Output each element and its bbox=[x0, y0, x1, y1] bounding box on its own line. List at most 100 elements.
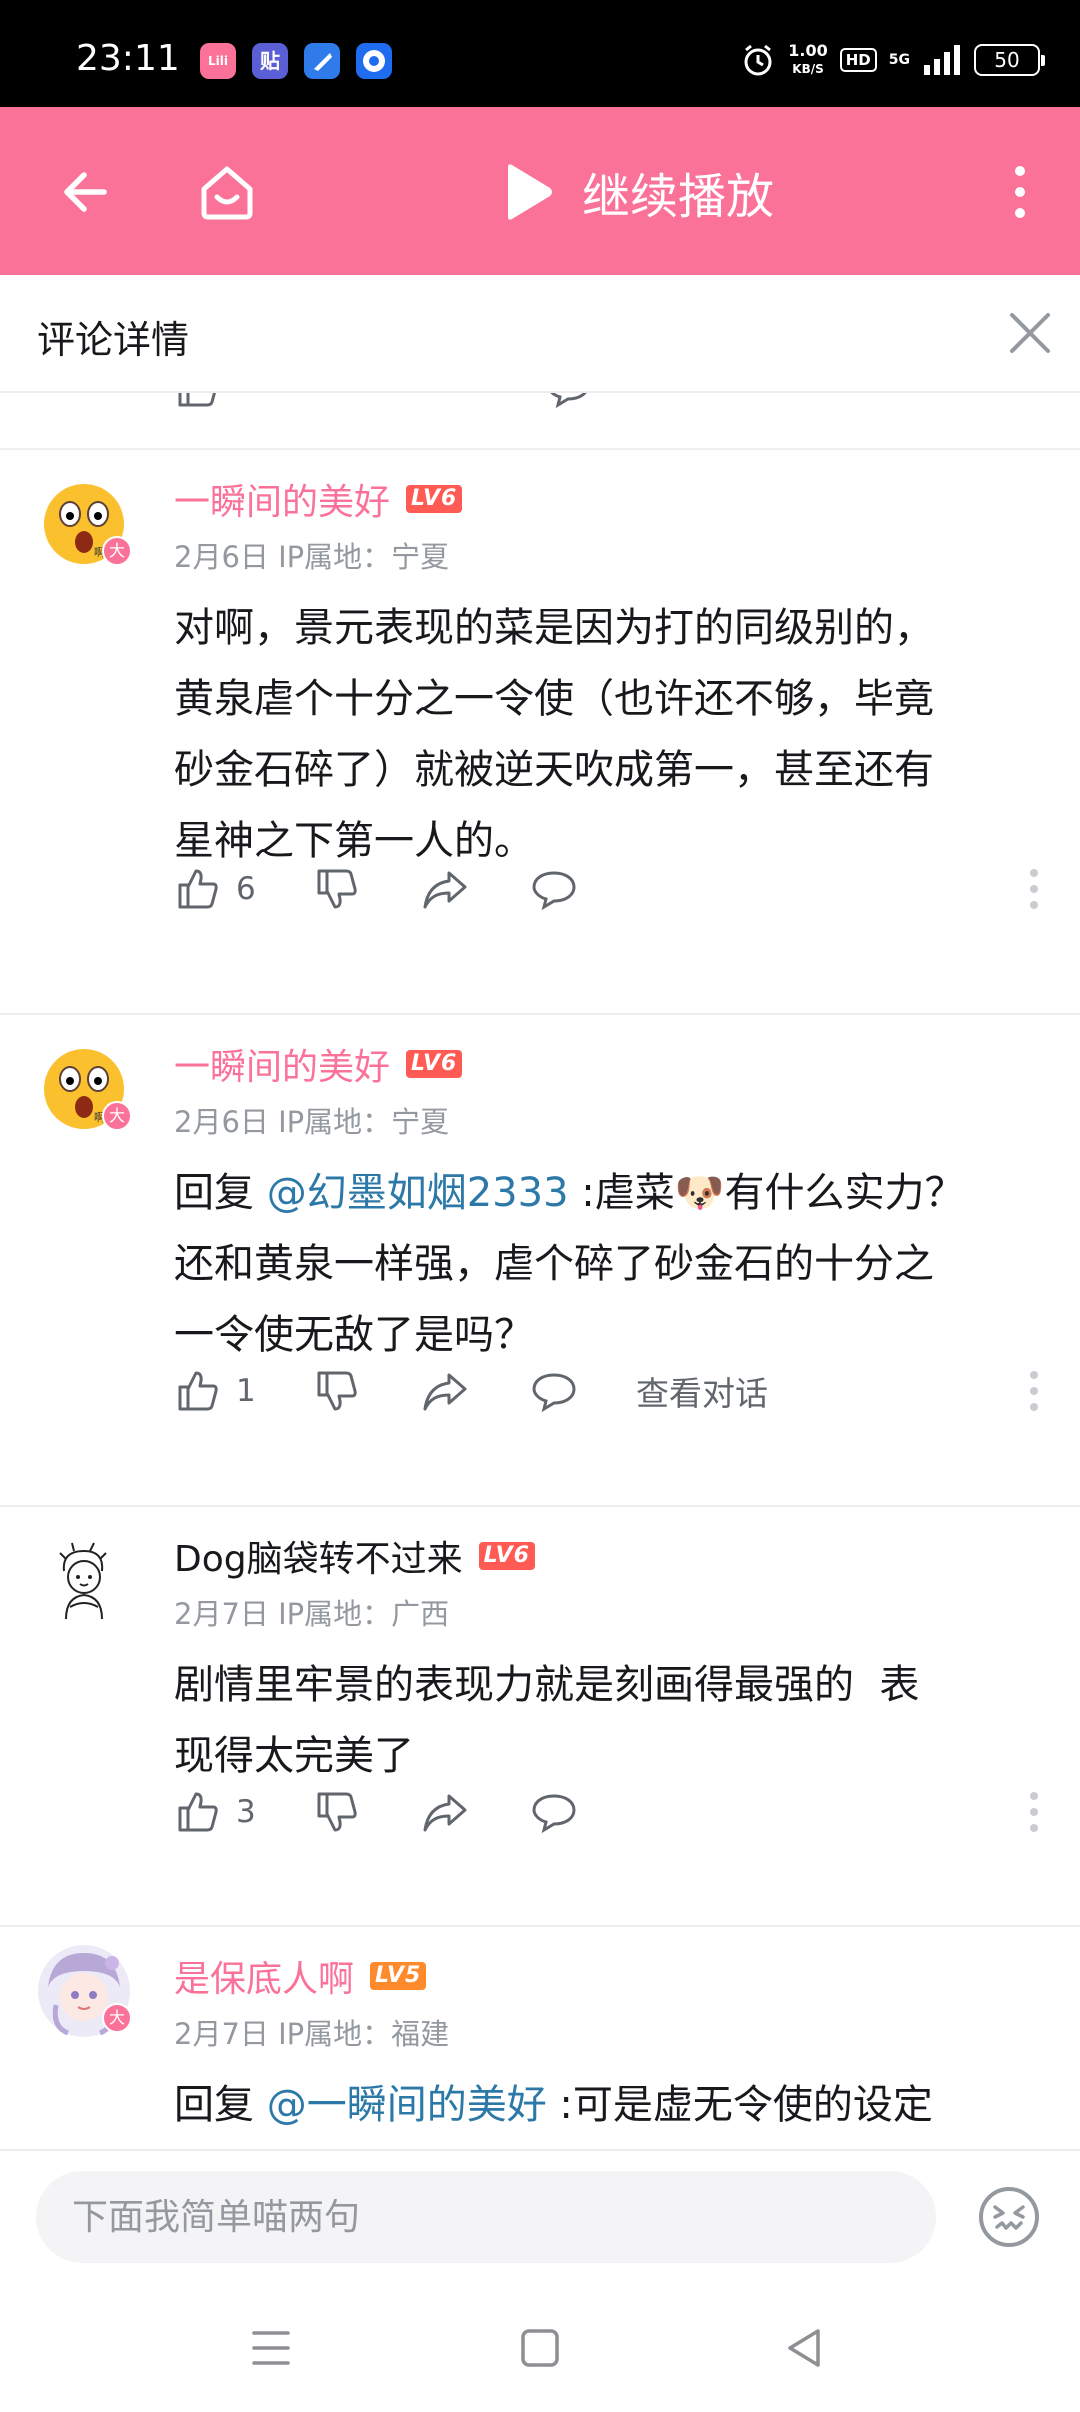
comment-text[interactable]: 对啊，景元表现的菜是因为打的同级别的， 黄泉虐个十分之一令使（也许还不够，毕竟 … bbox=[174, 593, 1044, 877]
bilibili-app-icon: Lili bbox=[200, 43, 236, 79]
more-vertical-icon[interactable] bbox=[1024, 1788, 1044, 1836]
dislike-button[interactable] bbox=[313, 859, 361, 919]
comment-meta: 2月7日 IP属地：福建 bbox=[174, 2017, 450, 2051]
system-nav-bar bbox=[0, 2281, 1080, 2412]
comment-text[interactable]: 回复 @一瞬间的美好 :可是虚无令使的设定 bbox=[174, 2070, 1044, 2141]
comment-bubble-icon bbox=[550, 393, 587, 409]
comment-input[interactable] bbox=[36, 2171, 936, 2263]
thumbs-up-icon bbox=[178, 1792, 218, 1832]
like-button[interactable]: 6 bbox=[174, 859, 256, 919]
username-row: 是保底人啊 LV5 bbox=[174, 1950, 427, 2002]
reply-button[interactable] bbox=[530, 1361, 578, 1421]
status-time: 23:11 bbox=[76, 38, 180, 79]
back-arrow-icon bbox=[64, 172, 107, 212]
comment-text[interactable]: 回复 @幻墨如烟2333 :虐菜🐶有什么实力？ 还和黄泉一样强，虐个碎了砂金石的… bbox=[174, 1158, 1044, 1371]
mention-link[interactable]: @一瞬间的美好 bbox=[267, 2082, 547, 2128]
nav-menu-button[interactable] bbox=[244, 2321, 298, 2375]
network-type: 5G bbox=[888, 52, 910, 68]
comment-bubble-icon bbox=[532, 1373, 576, 1413]
menu-icon bbox=[252, 2331, 290, 2365]
video-header: 继续播放 bbox=[0, 107, 1080, 275]
username[interactable]: 一瞬间的美好 bbox=[174, 473, 390, 525]
home-button[interactable] bbox=[196, 161, 258, 223]
thumbs-down-icon bbox=[317, 869, 357, 909]
comment-item: 啊...这 大 一瞬间的美好 LV6 2月6日 IP属地：宁夏 对啊，景元表现的… bbox=[0, 450, 1080, 975]
share-icon bbox=[423, 871, 467, 909]
username[interactable]: 是保底人啊 bbox=[174, 1950, 354, 2002]
close-icon bbox=[1010, 313, 1050, 353]
close-button[interactable] bbox=[1000, 303, 1060, 363]
like-count: 6 bbox=[236, 871, 256, 907]
triangle-back-icon bbox=[788, 2329, 820, 2367]
more-options-button[interactable] bbox=[1000, 161, 1040, 223]
sketch-character-avatar bbox=[59, 1542, 107, 1620]
comment-meta: 2月6日 IP属地：宁夏 bbox=[174, 540, 450, 574]
username[interactable]: Dog脑袋转不过来 bbox=[174, 1530, 463, 1582]
emoji-button[interactable] bbox=[975, 2183, 1043, 2251]
avatar[interactable]: 啊...这 大 bbox=[40, 1045, 132, 1133]
share-button[interactable] bbox=[421, 1361, 469, 1421]
continue-play-label: 继续播放 bbox=[582, 169, 775, 225]
avatar[interactable] bbox=[40, 1537, 128, 1625]
mention-link[interactable]: @幻墨如烟2333 bbox=[267, 1170, 569, 1216]
more-vertical-icon bbox=[1015, 166, 1025, 218]
thumbs-up-icon bbox=[178, 1371, 218, 1411]
vip-badge: 大 bbox=[102, 1101, 132, 1131]
comment-meta: 2月7日 IP属地：广西 bbox=[174, 1597, 450, 1631]
avatar[interactable]: 啊...这 大 bbox=[40, 480, 132, 568]
comment-item: 大 是保底人啊 LV5 2月7日 IP属地：福建 回复 @一瞬间的美好 :可是虚… bbox=[0, 1927, 1080, 2149]
share-button[interactable] bbox=[421, 1782, 469, 1842]
vip-badge: 大 bbox=[102, 2003, 132, 2033]
comment-item: 啊...这 大 一瞬间的美好 LV6 2月6日 IP属地：宁夏 回复 @幻墨如烟… bbox=[0, 1015, 1080, 1505]
comment-input-bar bbox=[0, 2149, 1080, 2281]
panel-title: 评论详情 bbox=[37, 318, 190, 362]
partial-action-row bbox=[0, 393, 1080, 417]
level-badge: LV6 bbox=[478, 1542, 535, 1570]
reply-button[interactable] bbox=[530, 1782, 578, 1842]
like-count: 3 bbox=[236, 1794, 256, 1830]
tieba-app-icon: 贴 bbox=[252, 43, 288, 79]
dislike-button[interactable] bbox=[313, 1361, 361, 1421]
avatar[interactable]: 大 bbox=[38, 1945, 132, 2037]
level-badge: LV6 bbox=[406, 485, 463, 513]
thumbs-up-icon bbox=[178, 869, 218, 909]
continue-play-button[interactable]: 继续播放 bbox=[500, 157, 774, 227]
like-count: 1 bbox=[236, 1373, 256, 1409]
signal-icon bbox=[924, 45, 960, 75]
share-icon bbox=[423, 1794, 467, 1832]
like-button[interactable]: 3 bbox=[174, 1782, 256, 1842]
nav-back-button[interactable] bbox=[778, 2321, 832, 2375]
comment-text[interactable]: 剧情里牢景的表现力就是刻画得最强的 表 现得太完美了 bbox=[174, 1650, 1044, 1792]
username[interactable]: 一瞬间的美好 bbox=[174, 1038, 390, 1090]
comment-item: Dog脑袋转不过来 LV6 2月7日 IP属地：广西 剧情里牢景的表现力就是刻画… bbox=[0, 1507, 1080, 1917]
net-speed: 1.00 KB/S bbox=[788, 41, 828, 77]
thumbs-up-icon bbox=[178, 393, 216, 407]
play-icon bbox=[508, 164, 552, 220]
comment-meta: 2月6日 IP属地：宁夏 bbox=[174, 1105, 450, 1139]
like-button[interactable]: 1 bbox=[174, 1361, 256, 1421]
level-badge: LV5 bbox=[370, 1962, 427, 1990]
vip-badge: 大 bbox=[102, 536, 132, 566]
thumbs-down-icon bbox=[317, 1371, 357, 1411]
comment-bubble-icon bbox=[532, 1794, 576, 1834]
battery-indicator: 50 bbox=[974, 44, 1045, 76]
comment-actions: 3 bbox=[0, 1782, 1080, 1842]
more-vertical-icon[interactable] bbox=[1024, 865, 1044, 913]
comment-actions: 1 查看对话 bbox=[0, 1361, 1080, 1421]
screen: 23:11 Lili 贴 1.00 KB/S HD 5G 50 继续播放 评论详… bbox=[0, 0, 1080, 2412]
nav-home-button[interactable] bbox=[513, 2321, 567, 2375]
dislike-button[interactable] bbox=[313, 1782, 361, 1842]
comment-actions: 6 bbox=[0, 859, 1080, 919]
emoji-icon bbox=[979, 2187, 1039, 2247]
status-indicators: 1.00 KB/S HD 5G 50 bbox=[740, 38, 1045, 82]
share-button[interactable] bbox=[421, 859, 469, 919]
status-bar: 23:11 Lili 贴 1.00 KB/S HD 5G 50 bbox=[0, 0, 1080, 107]
username-row: Dog脑袋转不过来 LV6 bbox=[174, 1531, 535, 1581]
reply-button[interactable] bbox=[530, 859, 578, 919]
view-conversation-button[interactable]: 查看对话 bbox=[636, 1361, 768, 1421]
home-icon bbox=[201, 166, 253, 220]
comment-list[interactable]: 啊...这 大 一瞬间的美好 LV6 2月6日 IP属地：宁夏 对啊，景元表现的… bbox=[0, 393, 1080, 2149]
back-button[interactable] bbox=[54, 161, 116, 223]
comment-bubble-icon bbox=[532, 871, 576, 911]
more-vertical-icon[interactable] bbox=[1024, 1367, 1044, 1415]
